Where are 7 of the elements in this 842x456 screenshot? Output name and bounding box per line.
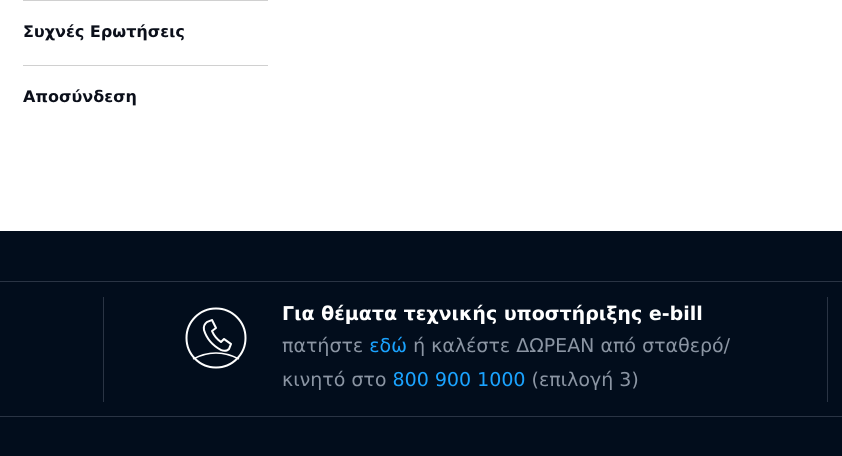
phone-icon [185, 307, 247, 369]
support-text: πατήστε εδώ ή καλέστε ΔΩΡΕΑΝ από σταθερό/κινητό στο 800 900 1000 (επιλογή 3) [282, 334, 732, 393]
support-title: Για θέματα τεχνικής υποστήριξης e-bill [282, 302, 704, 327]
here-link[interactable]: εδώ [369, 335, 408, 357]
menu-link[interactable]: Συχνές Ερωτήσεις [23, 1, 268, 66]
menu-link[interactable]: Αποσύνδεση [23, 66, 268, 131]
phone-link[interactable]: 800 900 1000 [392, 369, 526, 391]
